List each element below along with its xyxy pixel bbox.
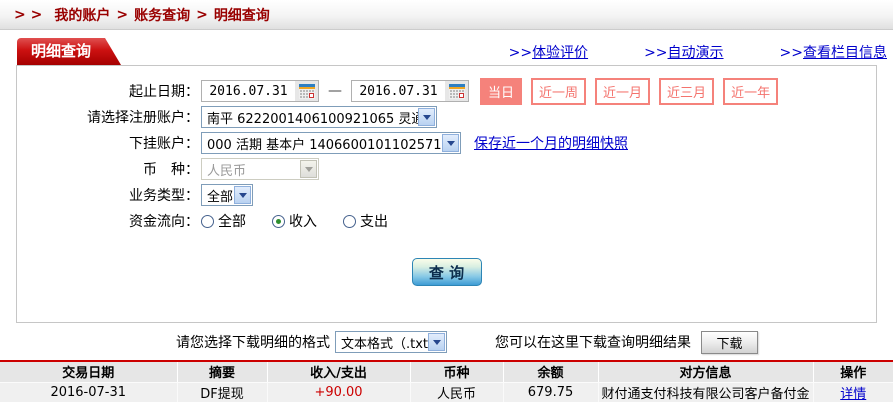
- download-format-value: 文本格式（.txt）: [336, 333, 428, 352]
- date-to-value: 2016.07.31: [352, 84, 445, 99]
- cell-summary: DF提现: [177, 382, 267, 402]
- transaction-table: 交易日期 摘要 收入/支出 币种 余额 对方信息 操作 2016-07-31 D…: [0, 362, 893, 402]
- date-range-label: 起止日期：: [17, 81, 199, 101]
- cell-amount: +90.00: [267, 382, 410, 402]
- query-form-panel: 起止日期： 2016.07.31: [16, 65, 877, 323]
- download-row: 请您选择下载明细的格式 文本格式（.txt） 您可以在这里下载查询明细结果 下载: [176, 330, 893, 354]
- radio-flow-all[interactable]: 全部: [201, 211, 246, 231]
- fund-flow-label: 资金流向：: [17, 211, 199, 231]
- currency-select: 人民币: [201, 158, 319, 180]
- query-button-row: 查 询: [17, 258, 876, 286]
- register-account-select[interactable]: 南平 6222001406100921065 灵通卡: [201, 106, 437, 128]
- date-to-input[interactable]: 2016.07.31: [351, 80, 469, 102]
- col-header-counterparty: 对方信息: [598, 362, 813, 382]
- business-type-select[interactable]: 全部: [201, 184, 253, 206]
- header-links: >>体验评价 >>自动演示 >>查看栏目信息: [509, 42, 887, 62]
- calendar-icon[interactable]: [445, 81, 468, 101]
- col-header-balance: 余额: [503, 362, 598, 382]
- sub-account-row: 下挂账户： 000 活期 基本户 1406600101102571848 保存近…: [17, 130, 876, 156]
- currency-label: 币 种：: [17, 159, 199, 179]
- cell-trade-date: 2016-07-31: [0, 382, 177, 402]
- breadcrumb-item-my-account[interactable]: 我的账户: [54, 5, 110, 25]
- breadcrumb-item-account-query[interactable]: 账务查询: [134, 5, 190, 25]
- link-experience-review-label: 体验评价: [532, 45, 588, 61]
- register-account-row: 请选择注册账户： 南平 6222001406100921065 灵通卡: [17, 104, 876, 130]
- calendar-icon[interactable]: [295, 81, 318, 101]
- cell-counterparty: 财付通支付科技有限公司客户备付金: [598, 382, 813, 402]
- col-header-action: 操作: [813, 362, 893, 382]
- radio-flow-income-label: 收入: [289, 211, 317, 231]
- quick-range-3months-button[interactable]: 近三月: [659, 78, 714, 105]
- business-type-value: 全部: [202, 186, 234, 205]
- radio-flow-expense-label: 支出: [360, 211, 388, 231]
- radio-flow-income[interactable]: 收入: [272, 211, 317, 231]
- col-header-amount: 收入/支出: [267, 362, 410, 382]
- currency-row: 币 种： 人民币: [17, 156, 876, 182]
- radio-flow-expense[interactable]: 支出: [343, 211, 388, 231]
- date-range-row: 起止日期： 2016.07.31: [17, 78, 876, 104]
- sub-account-value: 000 活期 基本户 1406600101102571848: [202, 134, 442, 153]
- business-type-label: 业务类型：: [17, 185, 199, 205]
- breadcrumb-separator: >: [196, 7, 208, 23]
- download-format-select[interactable]: 文本格式（.txt）: [335, 331, 447, 353]
- quick-range-week-button[interactable]: 近一周: [531, 78, 586, 105]
- date-range-separator: —: [328, 83, 342, 99]
- currency-value: 人民币: [202, 160, 300, 179]
- quick-range-month-button[interactable]: 近一月: [595, 78, 650, 105]
- chevron-down-icon[interactable]: [418, 108, 435, 126]
- link-auto-demo[interactable]: >>自动演示: [644, 42, 723, 62]
- detail-link[interactable]: 详情: [840, 387, 866, 402]
- radio-flow-all-label: 全部: [218, 211, 246, 231]
- link-prefix: >>: [509, 45, 532, 61]
- chevron-down-icon: [300, 160, 317, 178]
- breadcrumb-item-detail-query[interactable]: 明细查询: [214, 5, 270, 25]
- link-auto-demo-label: 自动演示: [668, 45, 724, 61]
- radio-circle-icon: [343, 215, 356, 228]
- link-view-column-info[interactable]: >>查看栏目信息: [780, 42, 887, 62]
- fund-flow-row: 资金流向： 全部 收入 支出: [17, 208, 876, 234]
- chevron-down-icon[interactable]: [428, 333, 445, 351]
- radio-circle-icon: [272, 215, 285, 228]
- quick-range-year-button[interactable]: 近一年: [723, 78, 778, 105]
- download-hint-label: 您可以在这里下载查询明细结果: [495, 332, 691, 352]
- link-prefix: >>: [644, 45, 667, 61]
- cell-currency: 人民币: [410, 382, 503, 402]
- link-prefix: >>: [780, 45, 803, 61]
- download-format-label: 请您选择下载明细的格式: [176, 332, 330, 352]
- breadcrumb: > > 我的账户 > 账务查询 > 明细查询: [0, 0, 893, 30]
- link-view-column-info-label: 查看栏目信息: [803, 45, 887, 61]
- chevron-down-icon[interactable]: [442, 134, 459, 152]
- tab-detail-query[interactable]: 明细查询: [17, 38, 121, 65]
- quick-range-today-button[interactable]: 当日: [480, 78, 522, 105]
- sub-account-label: 下挂账户：: [17, 133, 199, 153]
- sub-account-select[interactable]: 000 活期 基本户 1406600101102571848: [201, 132, 461, 154]
- date-from-value: 2016.07.31: [202, 84, 295, 99]
- link-experience-review[interactable]: >>体验评价: [509, 42, 588, 62]
- register-account-label: 请选择注册账户：: [17, 107, 199, 127]
- query-button[interactable]: 查 询: [412, 258, 482, 286]
- download-button[interactable]: 下载: [701, 331, 758, 354]
- table-row: 2016-07-31 DF提现 +90.00 人民币 679.75 财付通支付科…: [0, 382, 893, 402]
- radio-circle-icon: [201, 215, 214, 228]
- save-snapshot-link[interactable]: 保存近一个月的明细快照: [474, 133, 628, 153]
- cell-action: 详情: [813, 382, 893, 402]
- table-header-row: 交易日期 摘要 收入/支出 币种 余额 对方信息 操作: [0, 362, 893, 382]
- cell-balance: 679.75: [503, 382, 598, 402]
- chevron-down-icon[interactable]: [234, 186, 251, 204]
- col-header-trade-date: 交易日期: [0, 362, 177, 382]
- tab-row: 明细查询 >>体验评价 >>自动演示 >>查看栏目信息: [0, 38, 893, 65]
- breadcrumb-prefix: > >: [14, 7, 42, 23]
- col-header-summary: 摘要: [177, 362, 267, 382]
- col-header-currency: 币种: [410, 362, 503, 382]
- register-account-value: 南平 6222001406100921065 灵通卡: [202, 108, 418, 127]
- breadcrumb-separator: >: [116, 7, 128, 23]
- date-from-input[interactable]: 2016.07.31: [201, 80, 319, 102]
- business-type-row: 业务类型： 全部: [17, 182, 876, 208]
